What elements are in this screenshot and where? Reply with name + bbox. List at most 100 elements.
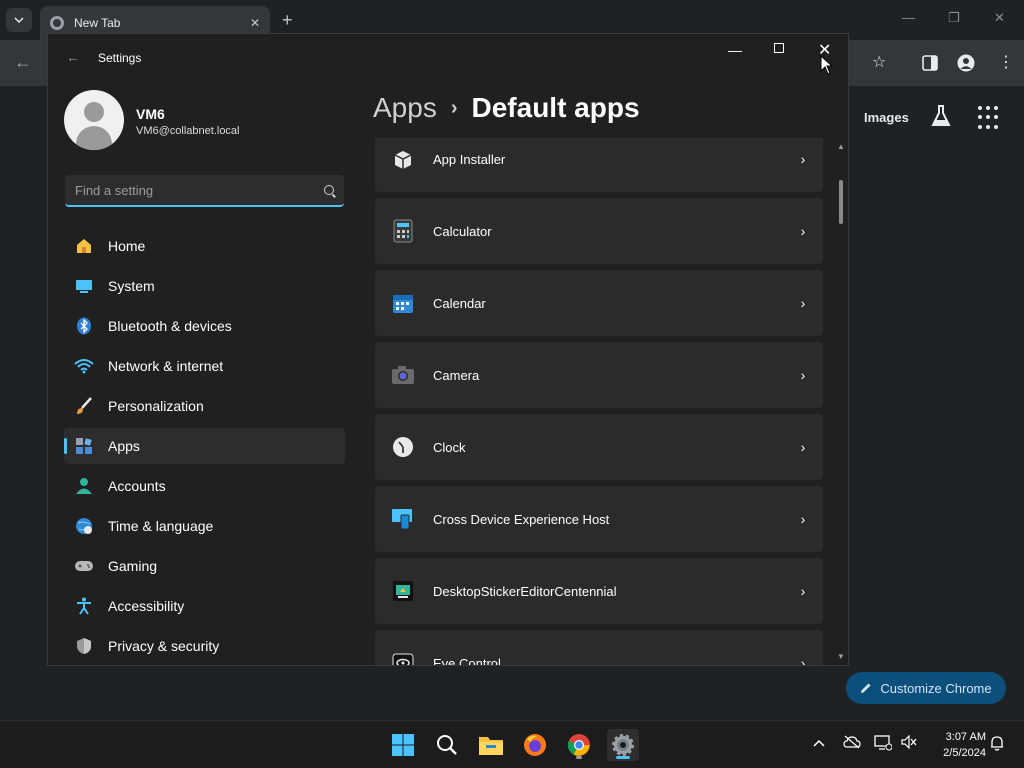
google-apps-icon[interactable] [978,106,1002,130]
taskbar-settings[interactable] [607,729,639,761]
network-icon[interactable] [874,735,893,754]
scroll-down-icon[interactable]: ▼ [837,652,845,661]
chevron-down-icon [14,17,24,23]
labs-flask-icon[interactable] [930,104,952,128]
volume-muted-icon[interactable] [901,734,917,752]
maximize-button[interactable] [774,43,784,53]
chevron-right-icon: › [800,655,806,666]
onedrive-icon[interactable] [843,735,861,752]
nav-item-accounts[interactable]: Accounts [64,468,345,504]
app-name: Calculator [433,223,492,239]
clock-date: 2/5/2024 [943,747,986,759]
calendar-icon [391,291,415,315]
bluetooth-icon [74,316,94,336]
avatar[interactable] [64,90,124,150]
scrollbar[interactable]: ▲ ▼ [837,140,845,664]
settings-back-icon[interactable]: ← [66,49,80,65]
chevron-right-icon: › [800,439,806,455]
taskbar-chrome[interactable] [563,729,595,761]
customize-chrome-label: Customize Chrome [880,680,992,696]
bookmark-star-icon[interactable]: ☆ [872,52,886,72]
side-panel-icon[interactable] [922,55,938,71]
taskbar-file-explorer[interactable] [475,729,507,761]
app-name: DesktopStickerEditorCentennial [433,583,617,599]
nav-item-personalization[interactable]: Personalization [64,388,345,424]
default-apps-list: App Installer › Calculator › Calendar › … [375,138,823,666]
search-input[interactable] [75,182,324,198]
list-item[interactable]: Cross Device Experience Host › [375,486,823,552]
camera-icon [391,363,415,387]
home-icon [74,236,94,256]
gear-icon [612,734,634,756]
nav-item-time-language[interactable]: Time & language [64,508,345,544]
chrome-menu-icon[interactable]: ⋮ [998,52,1014,72]
show-hidden-icons-icon[interactable] [812,735,826,751]
gamepad-icon [74,556,94,576]
new-tab-button[interactable]: + [282,10,293,31]
chrome-minimize-icon[interactable]: — [902,10,915,25]
app-installer-icon [391,147,415,171]
list-item[interactable]: DesktopStickerEditorCentennial › [375,558,823,624]
chrome-restore-icon[interactable]: ❐ [948,10,960,26]
customize-chrome-button[interactable]: Customize Chrome [846,672,1006,704]
start-button[interactable] [387,729,419,761]
search-icon[interactable] [324,185,334,195]
nav-item-gaming[interactable]: Gaming [64,548,345,584]
nav-item-bluetooth[interactable]: Bluetooth & devices [64,308,345,344]
globe-icon [74,516,94,536]
chevron-right-icon: › [800,511,806,527]
chevron-right-icon: › [800,583,806,599]
app-name: Camera [433,367,480,383]
settings-titlebar: ← Settings — ✕ [48,34,848,82]
profile-icon[interactable] [957,54,975,72]
settings-nav: Home System Bluetooth & devices Network … [64,228,345,665]
accounts-icon [74,476,94,496]
nav-item-apps[interactable]: Apps [64,428,345,464]
taskbar-firefox[interactable] [519,729,551,761]
list-item[interactable]: Calendar › [375,270,823,336]
list-item[interactable]: Clock › [375,414,823,480]
nav-label: Accounts [108,478,166,494]
nav-label: Privacy & security [108,638,220,654]
list-item[interactable]: Eye Control › [375,630,823,666]
minimize-button[interactable]: — [728,42,742,58]
list-item[interactable]: App Installer › [375,138,823,192]
chevron-right-icon: › [800,367,806,383]
shield-icon [74,636,94,656]
back-arrow-icon[interactable]: ← [14,52,32,73]
search-box[interactable] [65,175,344,207]
scrollbar-thumb[interactable] [839,180,843,224]
nav-item-home[interactable]: Home [64,228,345,264]
nav-label: Bluetooth & devices [108,318,232,334]
app-name: Calendar [433,295,486,311]
app-name: Clock [433,439,466,455]
settings-window: ← Settings — ✕ VM6 VM6@collabnet.local H… [47,33,849,666]
app-name: App Installer [433,151,506,167]
list-item[interactable]: Camera › [375,342,823,408]
firefox-icon [524,734,546,756]
eye-control-icon [391,651,415,665]
list-item[interactable]: Calculator › [375,198,823,264]
tab-search-button[interactable] [6,8,32,32]
nav-item-network[interactable]: Network & internet [64,348,345,384]
taskbar: 3:07 AM 2/5/2024 [0,720,1024,768]
nav-label: Accessibility [108,598,185,614]
taskbar-clock[interactable]: 3:07 AM 2/5/2024 [926,729,986,761]
nav-item-privacy-security[interactable]: Privacy & security [64,628,345,664]
apps-icon [74,436,94,456]
notification-bell-icon[interactable] [990,735,1004,754]
close-tab-icon[interactable]: ✕ [250,16,260,30]
nav-item-accessibility[interactable]: Accessibility [64,588,345,624]
breadcrumb-parent[interactable]: Apps [373,92,437,124]
taskbar-search-button[interactable] [431,729,463,761]
chevron-right-icon: › [800,223,806,239]
images-link[interactable]: Images [864,110,909,125]
nav-label: Personalization [108,398,204,414]
clock-time: 3:07 AM [945,731,986,743]
nav-item-system[interactable]: System [64,268,345,304]
scroll-up-icon[interactable]: ▲ [837,142,845,151]
chrome-close-icon[interactable]: ✕ [994,10,1005,26]
profile-email: VM6@collabnet.local [136,125,240,137]
page-title: Default apps [471,92,640,123]
nav-label: Apps [108,438,140,454]
